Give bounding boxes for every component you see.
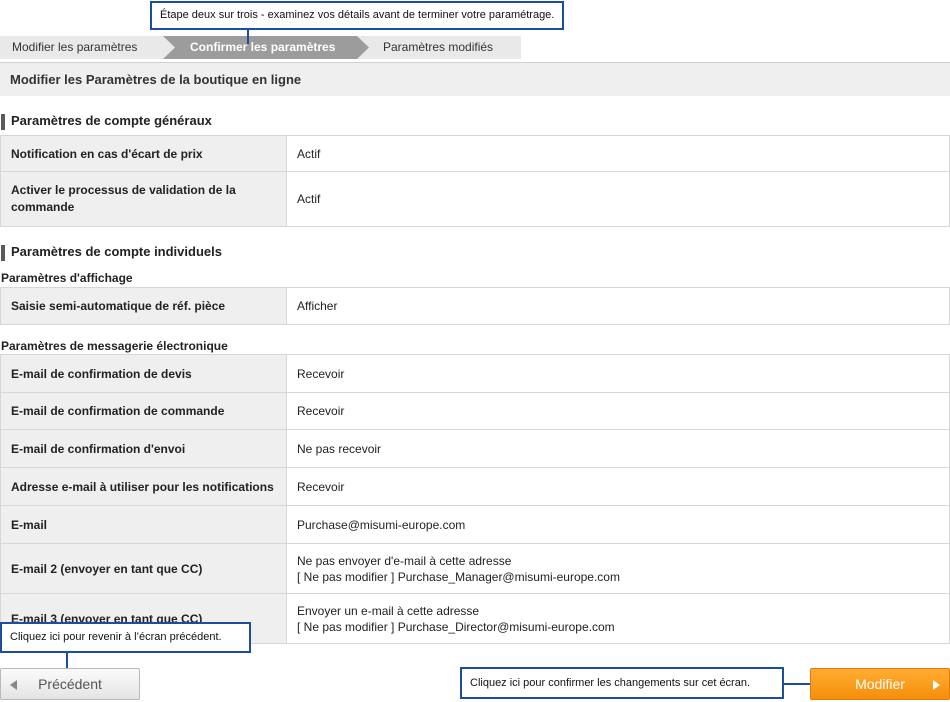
arrow-left-icon <box>10 680 17 690</box>
callout-step-info: Étape deux sur trois - examinez vos déta… <box>150 1 565 30</box>
table-row: Saisie semi-automatique de réf. pièce Af… <box>0 287 950 325</box>
table-row: E-mail 2 (envoyer en tant que CC) Ne pas… <box>0 543 950 594</box>
row-label: E-mail 2 (envoyer en tant que CC) <box>0 543 287 594</box>
step-settings-modified: Paramètres modifiés <box>383 40 494 54</box>
row-value-multiline: Envoyer un e-mail à cette adresse [ Ne p… <box>286 593 950 644</box>
row-value: Recevoir <box>286 392 950 430</box>
row-value: Recevoir <box>286 467 950 506</box>
row-value: Purchase@misumi-europe.com <box>286 505 950 544</box>
value-line: [ Ne pas modifier ] Purchase_Director@mi… <box>297 619 615 634</box>
modify-button[interactable]: Modifier <box>810 668 950 700</box>
row-value: Actif <box>286 171 950 227</box>
callout-previous-info: Cliquez ici pour revenir à l’écran précé… <box>0 622 251 653</box>
row-label: E-mail <box>0 505 287 544</box>
row-value: Afficher <box>286 287 950 325</box>
section-title-general: Paramètres de compte généraux <box>0 113 212 130</box>
modify-button-label: Modifier <box>855 676 905 692</box>
table-row: E-mail de confirmation de commande Recev… <box>0 392 950 430</box>
table-row: E-mail de confirmation de devis Recevoir <box>0 354 950 393</box>
step-breadcrumb: Modifier les paramètres Confirmer les pa… <box>0 36 521 59</box>
row-value-multiline: Ne pas envoyer d'e-mail à cette adresse … <box>286 543 950 594</box>
row-label: E-mail de confirmation d'envoi <box>0 429 287 468</box>
row-label: Notification en cas d'écart de prix <box>0 135 287 172</box>
callout-connector <box>247 30 249 44</box>
row-label: E-mail de confirmation de commande <box>0 392 287 430</box>
row-label: Activer le processus de validation de la… <box>0 171 287 227</box>
table-row: Activer le processus de validation de la… <box>0 171 950 227</box>
section-title-individual: Paramètres de compte individuels <box>0 244 222 261</box>
callout-confirm-info: Cliquez ici pour confirmer les changemen… <box>460 667 784 699</box>
subsection-title-email: Paramètres de messagerie électronique <box>1 339 228 353</box>
table-row: Notification en cas d'écart de prix Acti… <box>0 135 950 172</box>
callout-connector <box>66 653 68 669</box>
table-row: E-mail Purchase@misumi-europe.com <box>0 505 950 544</box>
row-value: Actif <box>286 135 950 172</box>
value-line: Ne pas envoyer d'e-mail à cette adresse <box>297 553 512 568</box>
previous-button-label: Précédent <box>38 676 102 692</box>
value-line: [ Ne pas modifier ] Purchase_Manager@mis… <box>297 569 620 584</box>
display-settings-table: Saisie semi-automatique de réf. pièce Af… <box>0 287 950 325</box>
step-modify-settings: Modifier les paramètres <box>12 40 138 54</box>
value-line: Envoyer un e-mail à cette adresse <box>297 603 480 618</box>
page-title: Modifier les Paramètres de la boutique e… <box>10 72 302 87</box>
page-title-bar: Modifier les Paramètres de la boutique e… <box>0 62 950 96</box>
table-row: Adresse e-mail à utiliser pour les notif… <box>0 467 950 506</box>
row-value: Recevoir <box>286 354 950 393</box>
callout-connector <box>784 683 812 685</box>
subsection-title-display: Paramètres d'affichage <box>1 271 133 285</box>
email-settings-table: E-mail de confirmation de devis Recevoir… <box>0 354 950 644</box>
row-label: E-mail de confirmation de devis <box>0 354 287 393</box>
row-label: Adresse e-mail à utiliser pour les notif… <box>0 467 287 506</box>
general-settings-table: Notification en cas d'écart de prix Acti… <box>0 135 950 227</box>
previous-button[interactable]: Précédent <box>0 668 140 700</box>
arrow-right-icon <box>933 680 940 690</box>
table-row: E-mail de confirmation d'envoi Ne pas re… <box>0 429 950 468</box>
step-confirm-settings-active: Confirmer les paramètres <box>163 36 369 59</box>
row-value: Ne pas recevoir <box>286 429 950 468</box>
row-label: Saisie semi-automatique de réf. pièce <box>0 287 287 325</box>
